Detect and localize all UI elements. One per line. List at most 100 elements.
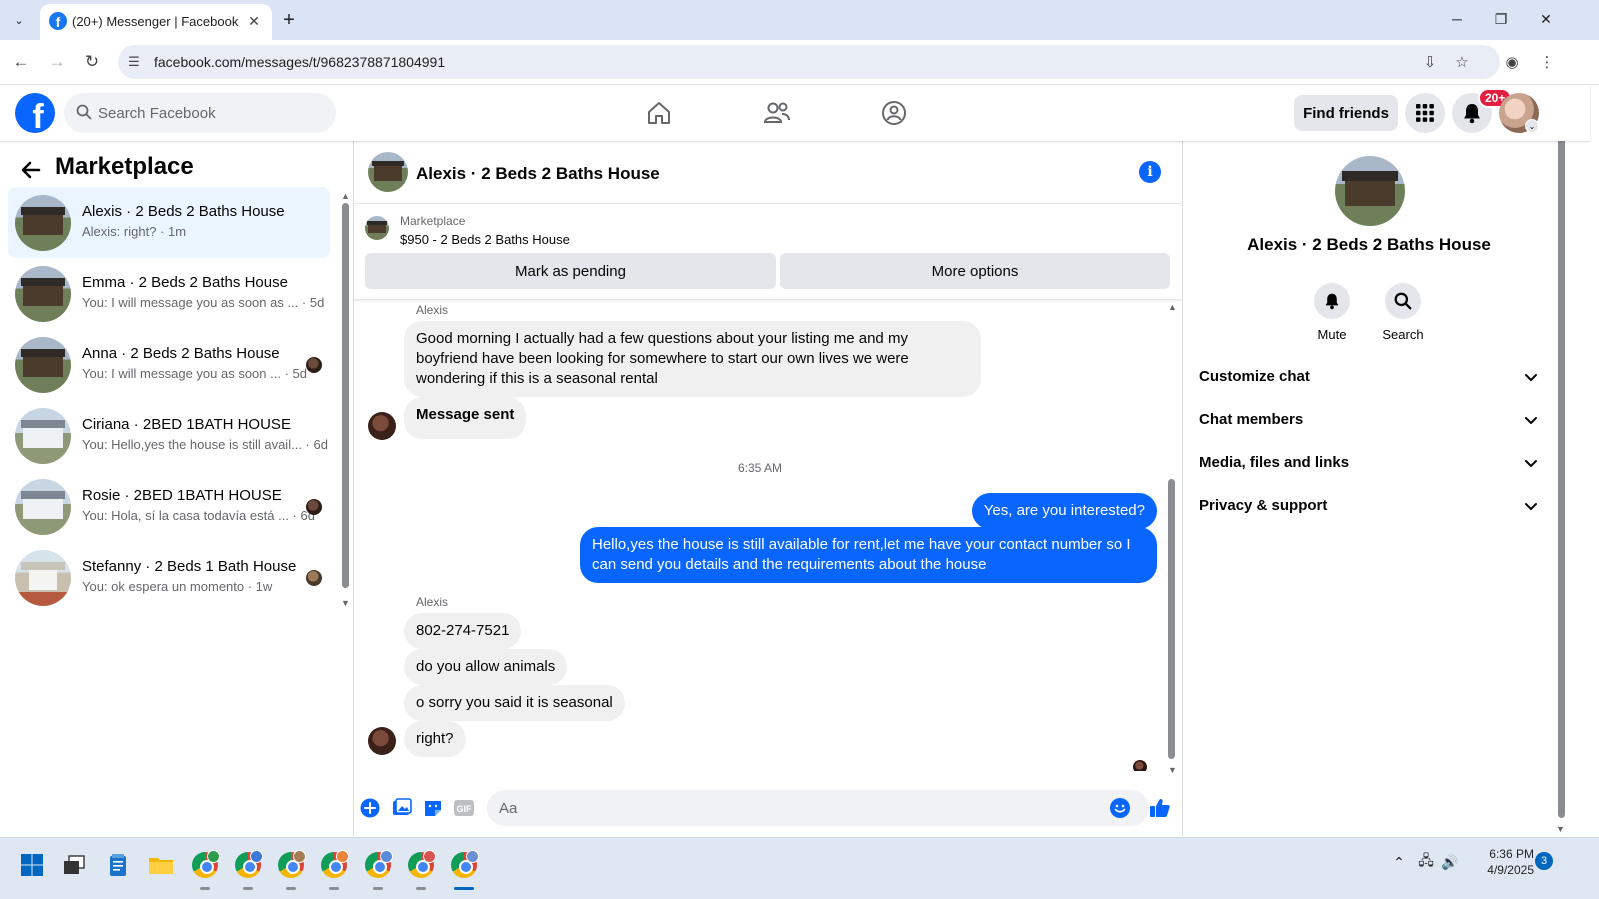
chat-members-section[interactable]: Chat members — [1199, 400, 1539, 440]
svg-text:GIF: GIF — [457, 804, 473, 814]
chrome-profile-icon[interactable] — [187, 847, 223, 890]
minimize-icon[interactable]: ─ — [1442, 8, 1472, 30]
scroll-up-arrow-icon[interactable]: ▲ — [341, 191, 350, 201]
page-scrollbar[interactable] — [1558, 100, 1565, 818]
message-bubble[interactable]: Good morning I actually had a few questi… — [404, 321, 981, 397]
chrome-profile-icon[interactable] — [403, 847, 439, 890]
address-bar[interactable]: ☰ facebook.com/messages/t/96823788718049… — [118, 45, 1500, 79]
listing-source: Marketplace — [400, 214, 466, 228]
sender-avatar[interactable] — [368, 727, 396, 755]
window-close-icon[interactable]: ✕ — [1531, 8, 1561, 30]
back-icon[interactable]: ← — [10, 51, 32, 73]
scroll-down-arrow-icon[interactable]: ▼ — [1168, 765, 1177, 775]
scroll-down-arrow-icon[interactable]: ▼ — [341, 598, 350, 608]
bookmark-star-icon[interactable]: ☆ — [1452, 52, 1472, 72]
chrome-active-icon[interactable] — [446, 847, 482, 890]
chat-info-avatar[interactable] — [1335, 156, 1405, 226]
more-options-button[interactable]: More options — [780, 253, 1170, 289]
profile-icon[interactable]: ◉ — [1502, 52, 1522, 72]
scroll-up-arrow-icon[interactable]: ▲ — [1168, 302, 1177, 312]
more-menu-icon[interactable]: ⋮ — [1537, 52, 1557, 72]
facebook-logo-icon[interactable]: f — [15, 93, 55, 133]
friends-icon[interactable] — [761, 97, 793, 129]
menu-grid-icon[interactable] — [1405, 93, 1445, 133]
reload-icon[interactable]: ↻ — [81, 51, 103, 73]
chrome-profile-icon[interactable] — [230, 847, 266, 890]
site-info-icon[interactable]: ☰ — [124, 52, 144, 72]
seen-avatar — [306, 570, 322, 586]
forward-icon[interactable]: → — [46, 51, 68, 73]
message-bubble[interactable]: right? — [404, 721, 466, 757]
plus-circle-icon[interactable] — [359, 797, 381, 819]
chat-item-alexis[interactable]: Alexis · 2 Beds 2 Baths House Alexis: ri… — [8, 187, 330, 258]
message-bubble[interactable]: 802-274-7521 — [404, 613, 522, 649]
chat-list-scrollbar[interactable] — [342, 203, 349, 588]
notification-center-badge[interactable]: 3 — [1535, 852, 1553, 870]
chat-preview: Alexis: right? · 1m — [82, 224, 187, 239]
message-bubble-sent-notice[interactable]: Message sent — [404, 397, 527, 439]
chat-item-emma[interactable]: Emma · 2 Beds 2 Baths House You: I will … — [8, 258, 330, 329]
tab-close-icon[interactable]: ✕ — [244, 11, 264, 31]
info-icon[interactable]: i — [1139, 161, 1161, 183]
new-tab-button[interactable]: + — [278, 9, 300, 31]
notepad-icon[interactable] — [100, 847, 136, 883]
thumbs-up-icon[interactable] — [1149, 797, 1171, 819]
sender-avatar[interactable] — [368, 412, 396, 440]
message-bubble[interactable]: o sorry you said it is seasonal — [404, 685, 625, 721]
chevron-down-icon[interactable]: ⌄ — [1525, 119, 1539, 133]
sticker-icon[interactable] — [422, 797, 444, 819]
chat-item-anna[interactable]: Anna · 2 Beds 2 Baths House You: I will … — [8, 329, 330, 400]
search-input[interactable] — [98, 93, 328, 133]
network-icon[interactable]: 🖧 — [1416, 852, 1436, 872]
chat-item-rosie[interactable]: Rosie · 2BED 1BATH HOUSE You: Hola, sí l… — [8, 471, 330, 542]
message-bubble[interactable]: do you allow animals — [404, 649, 568, 685]
system-clock[interactable]: 6:36 PM 4/9/2025 — [1474, 846, 1534, 878]
customize-chat-section[interactable]: Customize chat — [1199, 357, 1539, 397]
mark-as-pending-button[interactable]: Mark as pending — [365, 253, 776, 289]
clock-time: 6:36 PM — [1489, 847, 1534, 861]
install-app-icon[interactable]: ⇩ — [1420, 52, 1440, 72]
browser-tab[interactable]: f (20+) Messenger | Facebook ✕ — [40, 4, 272, 40]
photo-icon[interactable] — [391, 797, 413, 819]
chat-preview: You: Hello,yes the house is still avail.… — [82, 437, 328, 452]
chat-preview: You: Hola, sí la casa todavía está ... ·… — [82, 508, 315, 523]
url-text[interactable]: facebook.com/messages/t/9682378871804991 — [154, 54, 445, 70]
emoji-icon[interactable] — [1110, 798, 1130, 818]
privacy-support-section[interactable]: Privacy & support — [1199, 486, 1539, 526]
facebook-search[interactable] — [64, 93, 336, 133]
file-explorer-icon[interactable] — [143, 847, 179, 883]
chat-item-ciriana[interactable]: Ciriana · 2BED 1BATH HOUSE You: Hello,ye… — [8, 400, 330, 471]
message-bubble-outgoing[interactable]: Yes, are you interested? — [971, 493, 1157, 529]
groups-icon[interactable] — [878, 97, 910, 129]
home-icon[interactable] — [643, 97, 675, 129]
facebook-header: f Find friends 20+ ⌄ — [0, 85, 1590, 141]
chevron-down-icon — [1525, 460, 1537, 467]
back-arrow-icon[interactable] — [20, 159, 42, 181]
gif-icon[interactable]: GIF — [453, 797, 475, 819]
seen-avatar — [306, 499, 322, 515]
chat-info-pane: Alexis · 2 Beds 2 Baths House Mute Searc… — [1182, 141, 1554, 836]
chevron-down-icon — [1525, 374, 1537, 381]
windows-start-icon[interactable] — [14, 847, 50, 883]
listing-price-title[interactable]: $950 - 2 Beds 2 Baths House — [400, 232, 570, 247]
find-friends-button[interactable]: Find friends — [1294, 95, 1398, 131]
listing-thumbnail — [365, 216, 389, 240]
volume-icon[interactable]: 🔊 — [1440, 852, 1460, 872]
restore-icon[interactable]: ❐ — [1486, 8, 1516, 30]
conversation-avatar[interactable] — [368, 152, 408, 192]
tab-search-dropdown[interactable]: ⌄ — [8, 9, 30, 31]
conversation-title[interactable]: Alexis · 2 Beds 2 Baths House — [416, 164, 660, 184]
chrome-profile-icon[interactable] — [316, 847, 352, 890]
chrome-profile-icon[interactable] — [360, 847, 396, 890]
task-view-icon[interactable] — [56, 847, 92, 883]
chevron-up-icon[interactable]: ⌃ — [1389, 852, 1409, 872]
message-input[interactable] — [499, 790, 1099, 826]
page-scroll-down-icon[interactable]: ▼ — [1556, 824, 1565, 834]
search-in-conversation-button[interactable]: Search — [1373, 283, 1433, 342]
media-files-links-section[interactable]: Media, files and links — [1199, 443, 1539, 483]
chrome-profile-icon[interactable] — [273, 847, 309, 890]
chat-item-stefanny[interactable]: Stefanny · 2 Beds 1 Bath House You: ok e… — [8, 542, 330, 613]
message-bubble-outgoing[interactable]: Hello,yes the house is still available f… — [580, 527, 1157, 583]
mute-button[interactable]: Mute — [1302, 283, 1362, 342]
message-thread-scrollbar[interactable] — [1168, 479, 1175, 759]
